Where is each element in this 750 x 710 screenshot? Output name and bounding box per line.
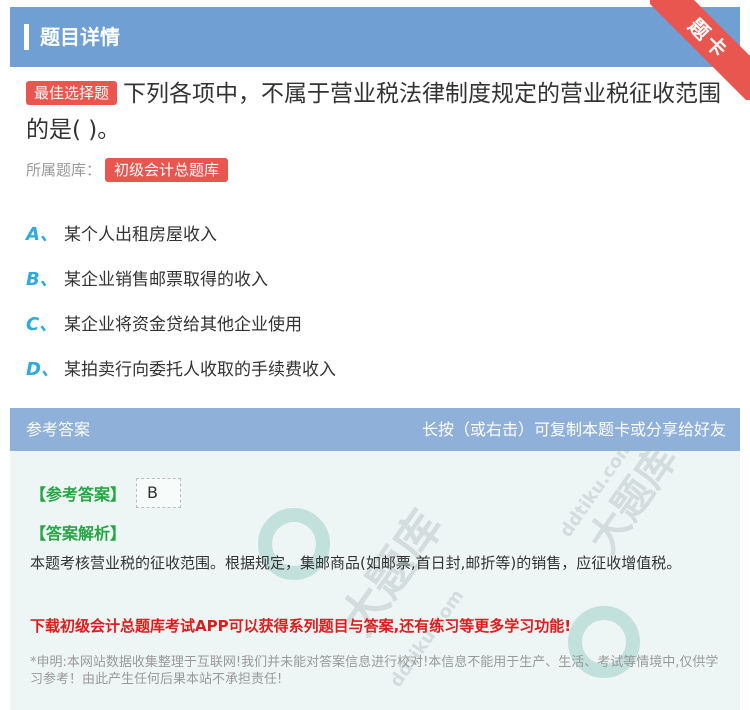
option-list: A、 某个人出租房屋收入 B、 某企业销售邮票取得的收入 C、 某企业将资金贷给… bbox=[26, 210, 336, 390]
option-text: 某企业销售邮票取得的收入 bbox=[64, 270, 268, 290]
option-text: 某个人出租房屋收入 bbox=[64, 225, 217, 245]
option-b[interactable]: B、 某企业销售邮票取得的收入 bbox=[26, 255, 336, 300]
reference-answer-value[interactable]: B bbox=[136, 478, 181, 508]
option-letter: B、 bbox=[26, 268, 58, 290]
option-letter: A、 bbox=[26, 223, 58, 245]
option-c[interactable]: C、 某企业将资金贷给其他企业使用 bbox=[26, 300, 336, 345]
analysis-text: 本题考核营业税的征收范围。根据规定，集邮商品(如邮票,首日封,邮折等)的销售，应… bbox=[30, 554, 682, 572]
question-type-badge: 最佳选择题 bbox=[26, 81, 118, 105]
option-d[interactable]: D、 某拍卖行向委托人收取的手续费收入 bbox=[26, 345, 336, 390]
question-stem: 最佳选择题 下列各项中，不属于营业税法律制度规定的营业税征收范围的是( )。 bbox=[26, 76, 726, 148]
question-source: 所属题库： 初级会计总题库 bbox=[26, 158, 229, 182]
header-accent bbox=[24, 24, 29, 50]
source-label: 所属题库： bbox=[26, 161, 102, 179]
option-letter: D、 bbox=[26, 358, 59, 380]
header-bar: 题目详情 bbox=[10, 7, 740, 67]
reference-answer-row: 【参考答案】 B bbox=[30, 478, 181, 508]
option-text: 某企业将资金贷给其他企业使用 bbox=[64, 315, 302, 335]
reference-answer-label: 【参考答案】 bbox=[30, 485, 127, 504]
option-a[interactable]: A、 某个人出租房屋收入 bbox=[26, 210, 336, 255]
option-letter: C、 bbox=[26, 313, 58, 335]
disclaimer-text: *申明:本网站数据收集整理于互联网!我们并未能对答案信息进行校对!本信息不能用于… bbox=[30, 655, 719, 687]
answer-header-title: 参考答案 bbox=[26, 420, 91, 439]
question-text: 下列各项中，不属于营业税法律制度规定的营业税征收范围的是( )。 bbox=[26, 81, 722, 143]
page-title: 题目详情 bbox=[40, 25, 120, 49]
app-promo-link[interactable]: 下载初级会计总题库考试APP可以获得系列题目与答案,还有练习等更多学习功能! bbox=[30, 615, 571, 636]
share-hint: 长按（或右击）可复制本题卡或分享给好友 bbox=[421, 420, 726, 439]
analysis-label: 【答案解析】 bbox=[30, 524, 127, 543]
option-text: 某拍卖行向委托人收取的手续费收入 bbox=[64, 360, 336, 380]
source-badge[interactable]: 初级会计总题库 bbox=[105, 158, 229, 182]
answer-panel: 参考答案 长按（或右击）可复制本题卡或分享给好友 大题库 大题库 ddtiku.… bbox=[10, 408, 740, 710]
